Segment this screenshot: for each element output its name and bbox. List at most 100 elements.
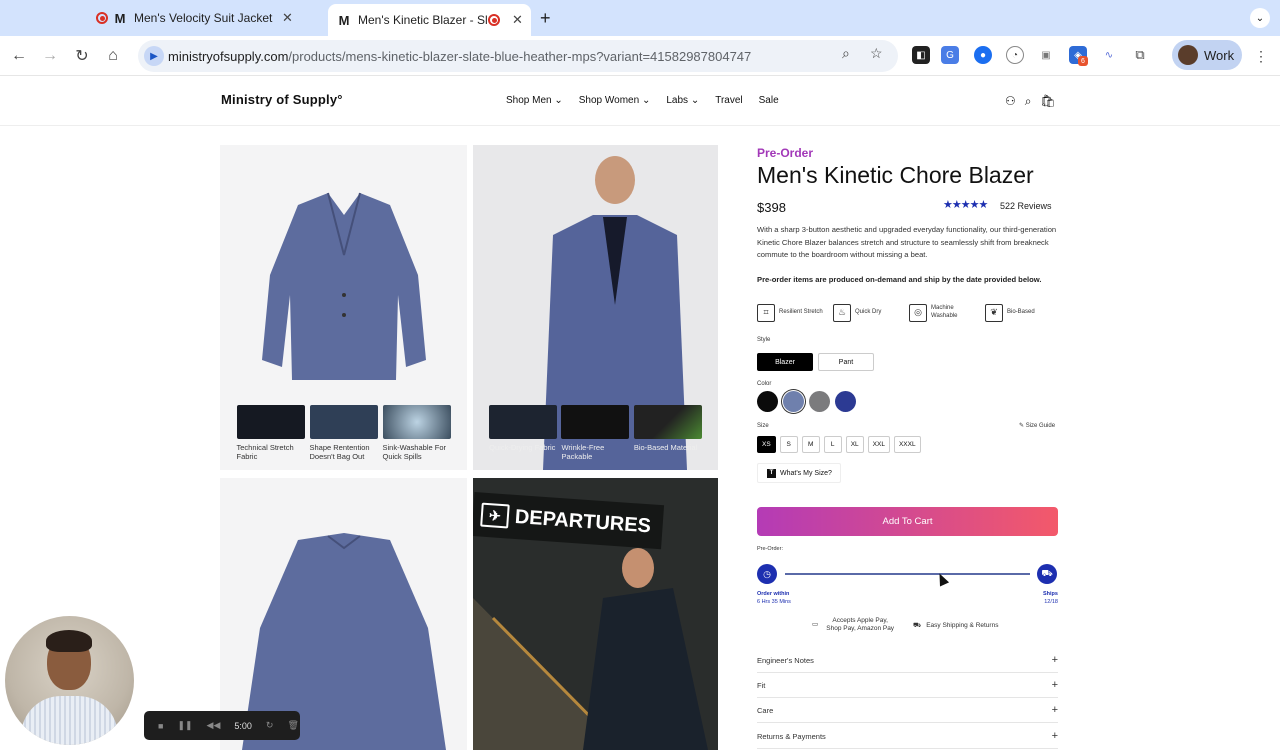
color-swatch-slate-blue[interactable] xyxy=(783,391,804,412)
size-m-button[interactable]: M xyxy=(801,436,820,453)
style-blazer-button[interactable]: Blazer xyxy=(757,353,813,371)
accordion-care[interactable]: Care + xyxy=(757,698,1058,723)
product-image-model[interactable]: Quick-Drying Fabric Wrinkle-Free Packabl… xyxy=(473,145,718,470)
color-label: Color xyxy=(757,381,772,387)
nav-label: Shop Women xyxy=(578,95,640,106)
forward-icon[interactable]: → xyxy=(38,44,62,68)
color-swatch-navy[interactable] xyxy=(835,391,856,412)
accordion-engineers-notes[interactable]: Engineer's Notes + xyxy=(757,648,1058,673)
puzzle-icon[interactable]: ⧉ xyxy=(1131,46,1149,64)
webcam-bubble[interactable] xyxy=(5,616,134,745)
favicon-icon: M xyxy=(338,12,350,28)
restart-icon[interactable]: ↻ xyxy=(266,720,274,731)
extension-icon[interactable]: ◧ xyxy=(912,46,930,64)
product-image-front[interactable]: Technical Stretch Fabric Shape Rententio… xyxy=(220,145,467,470)
camera-extension-icon[interactable]: ▣ xyxy=(1037,46,1055,64)
site-logo[interactable]: Ministry of Supply° xyxy=(221,92,343,107)
size-xs-button[interactable]: XS xyxy=(757,436,776,453)
zoom-icon[interactable]: ⌕ xyxy=(842,45,850,62)
blazer-back-illustration xyxy=(242,533,446,750)
size-l-button[interactable]: L xyxy=(823,436,842,453)
thumb-caption: Wrinkle-Free Packable xyxy=(561,443,605,461)
close-icon[interactable]: ✕ xyxy=(512,12,523,28)
tab-kinetic-blazer[interactable]: M Men's Kinetic Blazer - Sla ✕ xyxy=(328,4,531,36)
size-xxxl-button[interactable]: XXXL xyxy=(893,436,921,453)
nav-shop-men[interactable]: Shop Men ⌄ xyxy=(506,95,563,106)
header-icons: ⚇ ⌕ 🛍 xyxy=(1005,94,1056,109)
reload-icon[interactable]: ↻ xyxy=(70,44,94,68)
thumb-caption: Sink-Washable For Quick Spills xyxy=(382,443,447,461)
color-swatch-black[interactable] xyxy=(757,391,778,412)
style-options: Blazer Pant xyxy=(757,353,874,371)
profile-button[interactable]: Work xyxy=(1172,40,1242,70)
feature-thumb[interactable]: Quick-Drying Fabric xyxy=(489,405,558,461)
feature-label: Bio-Based xyxy=(1007,309,1035,316)
pause-icon[interactable]: ❚❚ xyxy=(177,720,192,731)
accordion-fit[interactable]: Fit + xyxy=(757,673,1058,698)
tab-title: Men's Velocity Suit Jacket - E xyxy=(134,11,274,25)
nav-travel[interactable]: Travel xyxy=(715,95,742,106)
new-tab-button[interactable]: + xyxy=(540,8,551,29)
accordion-returns-payments[interactable]: Returns & Payments + xyxy=(757,724,1058,749)
audio-extension-icon[interactable]: ∿ xyxy=(1100,46,1118,64)
trash-icon[interactable]: 🗑 xyxy=(287,720,298,731)
feature-label: Machine Washable xyxy=(931,305,958,319)
account-icon[interactable]: ⚇ xyxy=(1005,94,1016,109)
style-pant-button[interactable]: Pant xyxy=(818,353,874,371)
rating-stars-icon[interactable]: ★★★★★ xyxy=(943,198,988,211)
plus-icon: + xyxy=(1051,704,1058,716)
back-icon[interactable]: ← xyxy=(7,44,31,68)
bookmark-star-icon[interactable]: ☆ xyxy=(870,45,883,62)
nav-labs[interactable]: Labs ⌄ xyxy=(666,95,699,106)
feature-thumb[interactable]: Bio-Based Material xyxy=(633,405,702,461)
recording-icon xyxy=(96,12,108,24)
chevron-down-icon: ⌄ xyxy=(690,95,700,106)
product-image-lifestyle[interactable]: ✈ DEPARTURES xyxy=(473,478,718,750)
feature-thumb[interactable]: Wrinkle-Free Packable xyxy=(561,405,630,461)
translate-extension-icon[interactable]: G xyxy=(941,46,959,64)
recording-icon xyxy=(488,14,500,26)
whats-my-size-button[interactable]: T What's My Size? xyxy=(757,463,841,483)
menu-dots-icon[interactable]: ⋮ xyxy=(1254,48,1268,65)
avatar xyxy=(1178,45,1198,65)
feature-thumb[interactable]: Technical Stretch Fabric xyxy=(236,405,305,461)
add-to-cart-button[interactable]: Add To Cart xyxy=(757,507,1058,536)
site-info-icon[interactable]: ▶ xyxy=(144,46,164,66)
feature-thumb[interactable]: Sink-Washable For Quick Spills xyxy=(382,405,451,461)
size-s-button[interactable]: S xyxy=(779,436,798,453)
fabric-swatch xyxy=(489,405,558,439)
product-title: Men's Kinetic Chore Blazer xyxy=(757,162,1034,188)
ruler-icon: ✎ xyxy=(1019,423,1025,429)
product-image-back[interactable] xyxy=(220,478,467,750)
tab-velocity-suit[interactable]: M Men's Velocity Suit Jacket - E ✕ xyxy=(88,4,301,32)
home-icon[interactable]: ⌂ xyxy=(101,44,125,68)
fabric-swatch xyxy=(382,405,451,439)
feature-item: ◎ Machine Washable xyxy=(909,304,981,322)
stop-icon[interactable]: ■ xyxy=(158,721,163,731)
search-icon[interactable]: ⌕ xyxy=(1025,94,1032,109)
order-within-title: Order within xyxy=(757,591,790,597)
size-xl-button[interactable]: XL xyxy=(845,436,864,453)
feature-thumb[interactable]: Shape Rentention Doesn't Bag Out xyxy=(309,405,378,461)
tab-search-button[interactable]: ⌄ xyxy=(1250,8,1270,28)
nav-shop-women[interactable]: Shop Women ⌄ xyxy=(579,95,651,106)
color-swatch-grey[interactable] xyxy=(809,391,830,412)
url-path: /products/mens-kinetic-blazer-slate-blue… xyxy=(288,48,752,64)
cart-icon[interactable]: 🛍 xyxy=(1041,94,1056,109)
clock-icon: ◷ xyxy=(757,564,777,584)
close-icon[interactable]: ✕ xyxy=(282,10,293,26)
fabric-swatch xyxy=(236,405,305,439)
thumb-caption: Technical Stretch Fabric xyxy=(236,443,294,461)
reviews-link[interactable]: 522 Reviews xyxy=(1000,201,1052,211)
nav-sale[interactable]: Sale xyxy=(759,95,779,106)
timeline-track xyxy=(785,573,1030,575)
size-xxl-button[interactable]: XXL xyxy=(867,436,890,453)
browser-toolbar: ← → ↻ ⌂ ▶ ministryofsupply.com/products/… xyxy=(0,36,1280,76)
url-host: ministryofsupply.com xyxy=(168,48,289,64)
size-guide-link[interactable]: ✎ Size Guide xyxy=(1019,422,1055,429)
address-bar[interactable]: ▶ ministryofsupply.com/products/mens-kin… xyxy=(138,40,898,72)
extension-icon[interactable]: ◔ xyxy=(1006,46,1024,64)
webcam-body xyxy=(21,696,118,745)
extension-icon[interactable]: ● xyxy=(974,46,992,64)
rewind-icon[interactable]: ◀◀ xyxy=(207,720,221,731)
